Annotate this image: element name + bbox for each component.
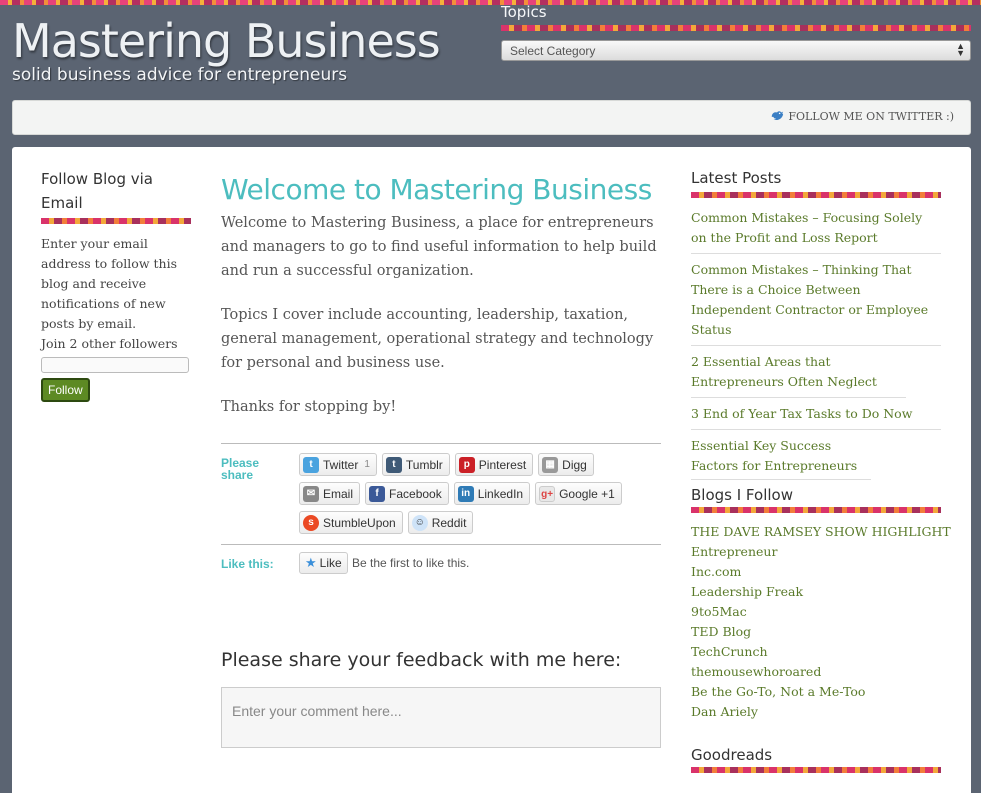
blog-link[interactable]: Be the Go-To, Not a Me-Too bbox=[691, 682, 941, 702]
blog-link[interactable]: Leadership Freak bbox=[691, 582, 941, 602]
post-content: Welcome to Mastering Business Welcome to… bbox=[221, 173, 661, 419]
share-button-label: Google +1 bbox=[559, 486, 615, 501]
blog-link[interactable]: TED Blog bbox=[691, 622, 941, 642]
top-stripe bbox=[0, 0, 981, 5]
facebook-icon: f bbox=[369, 485, 386, 502]
stumbleupon-icon: s bbox=[303, 514, 319, 531]
share-button-label: Twitter bbox=[323, 457, 359, 472]
like-button[interactable]: ★ Like bbox=[299, 552, 348, 574]
share-email-button[interactable]: ✉ Email bbox=[299, 482, 361, 505]
widget-stripe bbox=[691, 767, 941, 773]
share-button-label: Email bbox=[323, 486, 354, 501]
blog-link[interactable]: TechCrunch bbox=[691, 642, 941, 662]
digg-icon: ▦ bbox=[542, 456, 559, 473]
share-stumbleupon-button[interactable]: s StumbleUpon bbox=[299, 511, 403, 534]
like-button-label: Like bbox=[319, 556, 342, 570]
follow-blog-title: Follow Blog via Email bbox=[41, 170, 153, 212]
tumblr-icon: t bbox=[385, 456, 402, 473]
like-section: Like this: ★ Like Be the first to like t… bbox=[221, 544, 661, 574]
select-arrows-icon: ▲ ▼ bbox=[956, 41, 965, 58]
share-linkedin-button[interactable]: in LinkedIn bbox=[453, 482, 531, 505]
site-tagline: solid business advice for entrepreneurs bbox=[12, 65, 348, 85]
post-paragraph: Welcome to Mastering Business, a place f… bbox=[221, 215, 657, 279]
widget-stripe bbox=[41, 218, 191, 224]
share-button-label: StumbleUpon bbox=[323, 515, 396, 530]
blogs-list: THE DAVE RAMSEY SHOW HIGHLIGHT Entrepren… bbox=[691, 522, 951, 722]
topics-select[interactable]: Select Category ▲ ▼ bbox=[501, 40, 971, 61]
share-button-label: Facebook bbox=[389, 486, 442, 501]
google-plus-icon: g+ bbox=[539, 485, 556, 502]
post-paragraph: Thanks for stopping by! bbox=[221, 399, 397, 415]
latest-post-link[interactable]: Common Mistakes – Thinking That There is… bbox=[691, 260, 941, 346]
blog-link[interactable]: 9to5Mac bbox=[691, 602, 941, 622]
blog-link[interactable]: THE DAVE RAMSEY SHOW HIGHLIGHT bbox=[691, 522, 951, 542]
post-paragraph: Topics I cover include accounting, leade… bbox=[221, 307, 654, 371]
twitter-follow-label: FOLLOW ME ON TWITTER :) bbox=[788, 109, 954, 123]
topics-title: Topics bbox=[501, 3, 547, 21]
topics-select-value: Select Category bbox=[510, 44, 596, 58]
post-title[interactable]: Welcome to Mastering Business bbox=[221, 173, 661, 206]
follow-blog-widget: Follow Blog via Email Enter your email a… bbox=[41, 167, 191, 402]
widget-stripe bbox=[691, 507, 941, 513]
goodreads-widget: Goodreads bbox=[691, 743, 941, 773]
like-label: Like this: bbox=[221, 557, 274, 571]
latest-posts-list: Common Mistakes – Focusing Solely on the… bbox=[691, 208, 941, 480]
share-facebook-button[interactable]: f Facebook bbox=[365, 482, 449, 505]
goodreads-title: Goodreads bbox=[691, 746, 773, 764]
share-buttons: t Twitter 1 t Tumblr p Pinterest ▦ Digg … bbox=[299, 453, 649, 540]
blogs-follow-widget: Blogs I Follow THE DAVE RAMSEY SHOW HIGH… bbox=[691, 483, 951, 722]
latest-posts-title: Latest Posts bbox=[691, 169, 782, 187]
site-title[interactable]: Mastering Business bbox=[12, 14, 441, 68]
twitter-bar: FOLLOW ME ON TWITTER :) bbox=[12, 100, 971, 135]
blog-link[interactable]: Dan Ariely bbox=[691, 702, 941, 722]
latest-post-link[interactable]: Essential Key Success Factors for Entrep… bbox=[691, 436, 871, 480]
email-icon: ✉ bbox=[303, 485, 319, 502]
share-pinterest-button[interactable]: p Pinterest bbox=[454, 453, 534, 476]
share-button-label: Tumblr bbox=[405, 457, 443, 472]
share-button-label: Pinterest bbox=[478, 457, 527, 472]
reddit-icon: ☺ bbox=[411, 514, 428, 531]
follow-button[interactable]: Follow bbox=[41, 378, 90, 402]
linkedin-icon: in bbox=[457, 485, 474, 502]
share-twitter-button[interactable]: t Twitter 1 bbox=[299, 453, 377, 476]
share-count: 1 bbox=[364, 459, 370, 470]
twitter-bird-icon bbox=[772, 111, 784, 121]
comment-input[interactable]: Enter your comment here... bbox=[221, 687, 661, 748]
share-reddit-button[interactable]: ☺ Reddit bbox=[407, 511, 474, 534]
follow-description: Enter your email address to follow this … bbox=[41, 236, 177, 331]
share-tumblr-button[interactable]: t Tumblr bbox=[381, 453, 450, 476]
share-button-label: Reddit bbox=[431, 515, 467, 530]
feedback-title: Please share your feedback with me here: bbox=[221, 649, 622, 671]
share-section: Please share t Twitter 1 t Tumblr p Pint… bbox=[221, 443, 661, 534]
share-button-label: Digg bbox=[562, 457, 587, 472]
like-status-text: Be the first to like this. bbox=[352, 556, 470, 570]
twitter-icon: t bbox=[303, 456, 319, 473]
star-icon: ★ bbox=[305, 555, 317, 570]
latest-post-link[interactable]: 2 Essential Areas that Entrepreneurs Oft… bbox=[691, 352, 906, 398]
blog-link[interactable]: Entrepreneur bbox=[691, 542, 941, 562]
blog-link[interactable]: themousewhoroared bbox=[691, 662, 941, 682]
share-label: Please share bbox=[221, 456, 260, 482]
blog-link[interactable]: Inc.com bbox=[691, 562, 941, 582]
latest-posts-widget: Latest Posts Common Mistakes – Focusing … bbox=[691, 166, 941, 486]
followers-count: Join 2 other followers bbox=[41, 336, 178, 351]
topics-stripe bbox=[501, 25, 971, 31]
share-googleplus-button[interactable]: g+ Google +1 bbox=[535, 482, 622, 505]
share-button-label: LinkedIn bbox=[477, 486, 524, 501]
pinterest-icon: p bbox=[458, 456, 475, 473]
widget-stripe bbox=[691, 192, 941, 198]
latest-post-link[interactable]: 3 End of Year Tax Tasks to Do Now bbox=[691, 404, 941, 430]
share-digg-button[interactable]: ▦ Digg bbox=[538, 453, 594, 476]
blogs-follow-title: Blogs I Follow bbox=[691, 486, 793, 504]
twitter-follow-link[interactable]: FOLLOW ME ON TWITTER :) bbox=[770, 109, 954, 123]
latest-post-link[interactable]: Common Mistakes – Focusing Solely on the… bbox=[691, 208, 941, 254]
email-field[interactable] bbox=[41, 357, 189, 373]
